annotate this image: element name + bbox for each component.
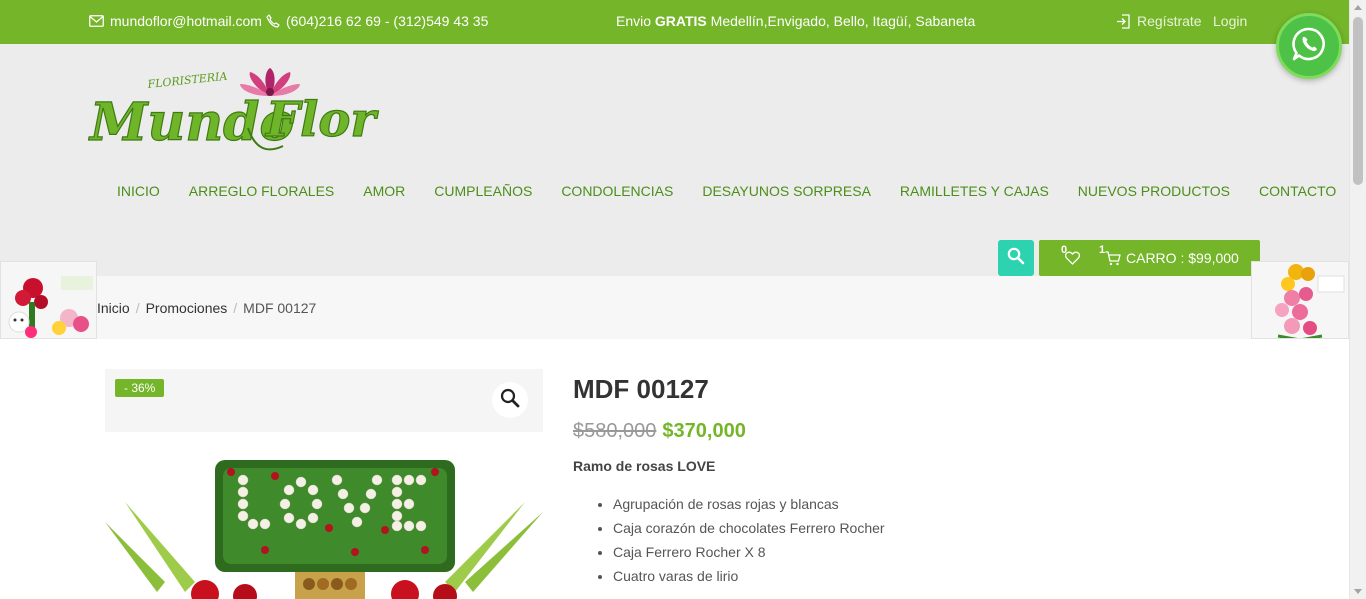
nav-item-ramilletes-y-cajas[interactable]: RAMILLETES Y CAJAS bbox=[900, 183, 1049, 199]
shipping-prefix: Envio bbox=[616, 13, 655, 29]
breadcrumb-category[interactable]: Promociones bbox=[146, 300, 228, 316]
sign-in-icon bbox=[1116, 13, 1131, 29]
heart-icon[interactable] bbox=[1064, 251, 1081, 268]
feature-item: Cuatro varas de lirio bbox=[613, 564, 1333, 588]
whatsapp-icon bbox=[1291, 26, 1327, 67]
product-subtitle: Ramo de rosas LOVE bbox=[573, 458, 716, 474]
scroll-down-arrow[interactable] bbox=[1354, 589, 1362, 594]
search-button[interactable] bbox=[998, 240, 1034, 276]
feature-item: Caja corazón de chocolates Ferrero Roche… bbox=[613, 516, 1333, 540]
phone-text: (604)216 62 69 - (312)549 43 35 bbox=[286, 13, 489, 29]
envelope-icon bbox=[89, 15, 104, 27]
nav-item-desayunos-sorpresa[interactable]: DESAYUNOS SORPRESA bbox=[702, 183, 871, 199]
breadcrumb-home[interactable]: Inicio bbox=[97, 300, 130, 316]
shipping-notice: Envio GRATIS Medellín,Envigado, Bello, I… bbox=[616, 13, 975, 29]
product-image[interactable] bbox=[105, 432, 543, 599]
login-link[interactable]: Login bbox=[1213, 13, 1247, 29]
login-label: Login bbox=[1213, 13, 1248, 29]
page-scrollbar[interactable] bbox=[1349, 0, 1366, 599]
logo-word-flor: Flor bbox=[264, 92, 379, 148]
product-gallery: - 36% bbox=[105, 369, 543, 599]
email-text: mundoflor@hotmail.com bbox=[110, 13, 262, 29]
logo-small-text: FLORISTERIA bbox=[146, 70, 228, 91]
shipping-cities: Medellín,Envigado, Bello, Itagüí, Sabane… bbox=[706, 13, 976, 29]
nav-item-condolencias[interactable]: CONDOLENCIAS bbox=[561, 183, 673, 199]
contact-phone[interactable]: (604)216 62 69 - (312)549 43 35 bbox=[266, 13, 488, 29]
nav-item-contacto[interactable]: CONTACTO bbox=[1259, 183, 1336, 199]
cart-icon bbox=[1105, 251, 1121, 269]
breadcrumb: Inicio / Promociones / MDF 00127 bbox=[97, 300, 316, 316]
logo-word-mundo: Mundo bbox=[88, 92, 294, 153]
site-header: FLORISTERIA Mundo Flor INICIO ARREGLO FL… bbox=[0, 44, 1349, 276]
cart-total-label: CARRO : $99,000 bbox=[1126, 250, 1239, 266]
whatsapp-button[interactable] bbox=[1276, 13, 1342, 79]
breadcrumb-separator: / bbox=[233, 300, 238, 316]
breadcrumb-current: MDF 00127 bbox=[243, 300, 317, 316]
product-title: MDF 00127 bbox=[573, 374, 709, 404]
side-promo-image-right[interactable] bbox=[1251, 261, 1349, 339]
side-promo-image-left[interactable] bbox=[0, 261, 97, 339]
breadcrumb-separator: / bbox=[135, 300, 140, 316]
sale-price: $370,000 bbox=[662, 420, 746, 442]
main-nav: INICIO ARREGLO FLORALES AMOR CUMPLEAÑOS … bbox=[104, 183, 1336, 199]
product-summary: MDF 00127 $580,000 $370,000 Ramo de rosas… bbox=[573, 372, 1333, 588]
nav-item-inicio[interactable]: INICIO bbox=[117, 183, 160, 199]
nav-item-cumpleanos[interactable]: CUMPLEAÑOS bbox=[434, 183, 532, 199]
nav-item-nuevos-productos[interactable]: NUEVOS PRODUCTOS bbox=[1078, 183, 1230, 199]
product-features: Agrupación de rosas rojas y blancas Caja… bbox=[573, 492, 1333, 588]
discount-badge: - 36% bbox=[115, 379, 165, 397]
site-logo[interactable]: FLORISTERIA Mundo Flor bbox=[87, 68, 400, 158]
magnifier-icon bbox=[500, 388, 520, 413]
scroll-thumb[interactable] bbox=[1353, 17, 1363, 185]
zoom-button[interactable] bbox=[492, 382, 528, 418]
feature-item: Caja Ferrero Rocher X 8 bbox=[613, 540, 1333, 564]
nav-item-amor[interactable]: AMOR bbox=[363, 183, 405, 199]
register-link[interactable]: Regístrate bbox=[1116, 13, 1202, 29]
shipping-free: GRATIS bbox=[654, 13, 707, 29]
scroll-up-arrow[interactable] bbox=[1354, 5, 1362, 10]
search-icon bbox=[1007, 247, 1025, 270]
contact-email[interactable]: mundoflor@hotmail.com bbox=[89, 13, 262, 29]
old-price: $580,000 bbox=[573, 420, 657, 442]
breadcrumb-bar: Inicio / Promociones / MDF 00127 bbox=[0, 276, 1349, 339]
phone-icon bbox=[266, 14, 280, 28]
register-label: Regístrate bbox=[1137, 13, 1202, 29]
feature-item: Agrupación de rosas rojas y blancas bbox=[613, 492, 1333, 516]
nav-item-arreglo-florales[interactable]: ARREGLO FLORALES bbox=[189, 183, 335, 199]
cart-button[interactable]: 0 1 CARRO : $99,000 bbox=[1039, 240, 1260, 276]
top-bar: mundoflor@hotmail.com (604)216 62 69 - (… bbox=[0, 0, 1349, 44]
product-price: $580,000 $370,000 bbox=[573, 418, 1333, 444]
